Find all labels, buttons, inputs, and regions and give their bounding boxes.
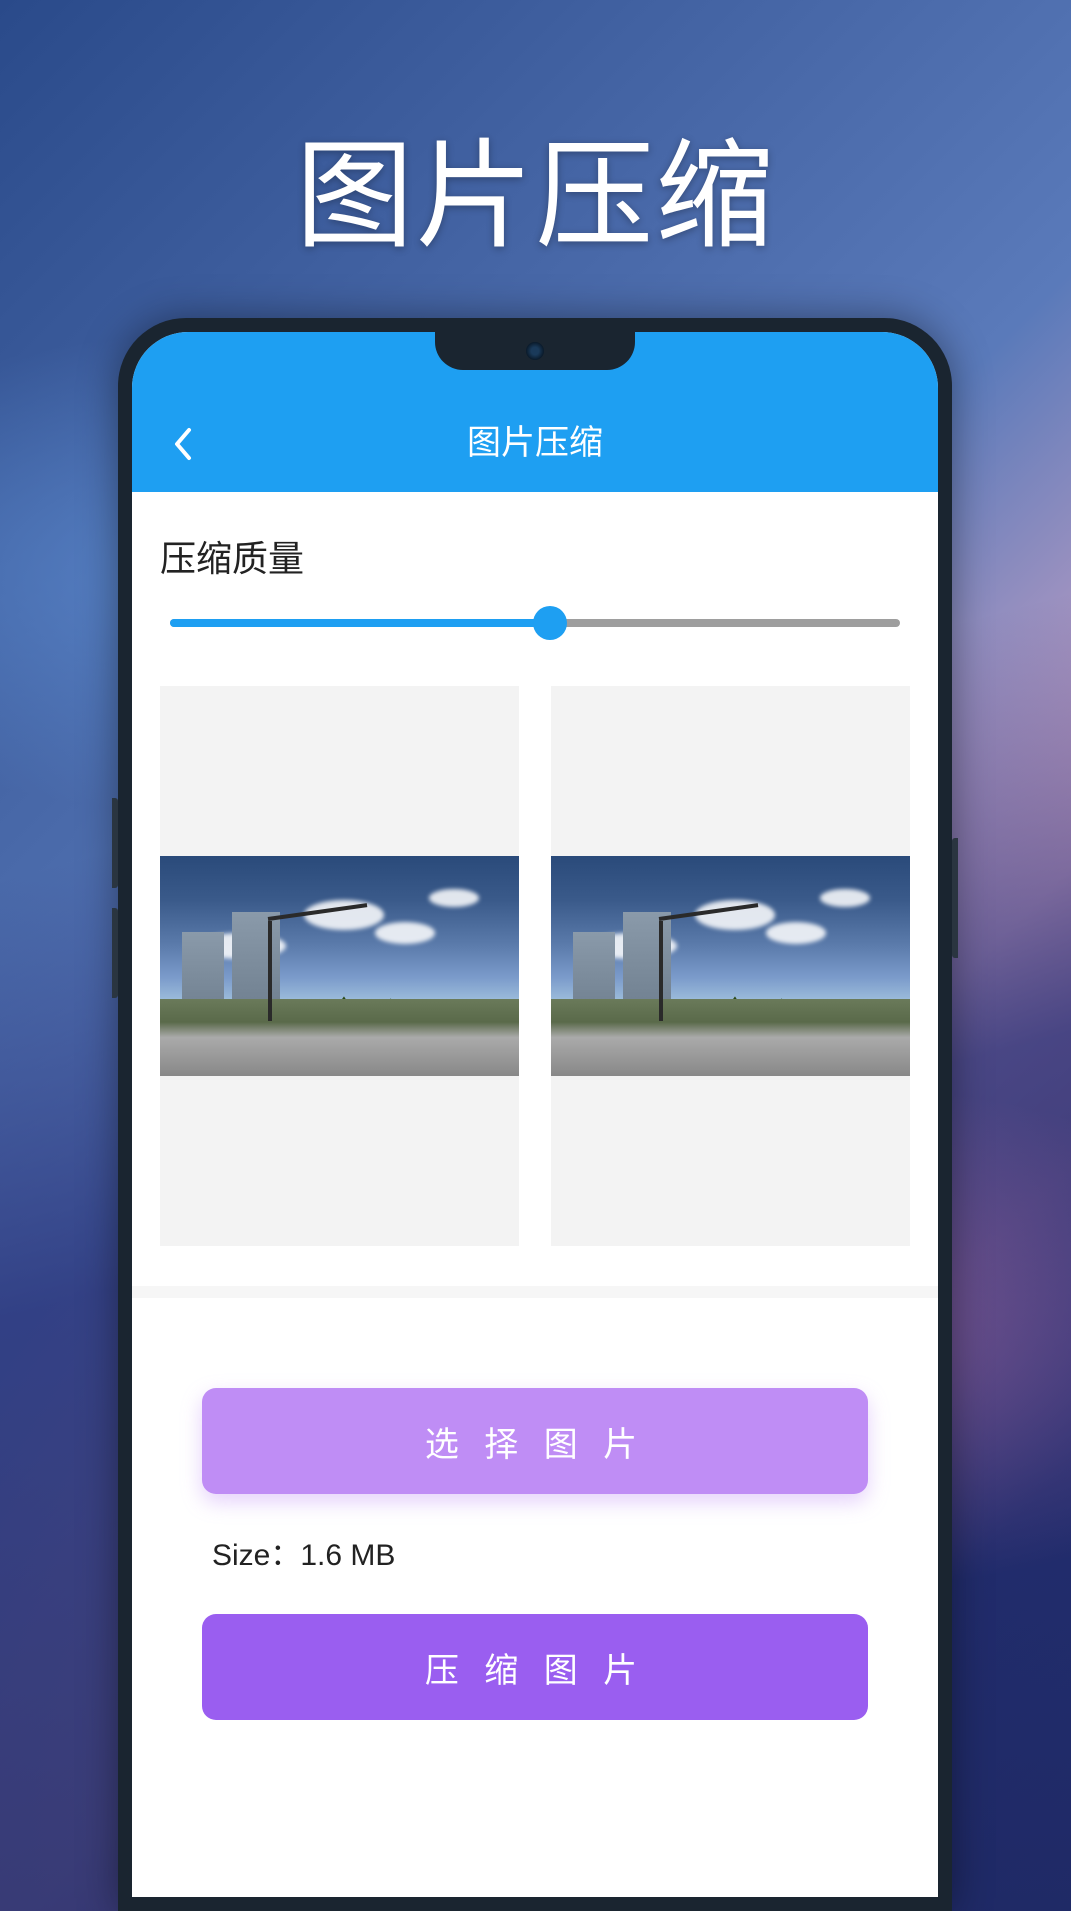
action-area: 选 择 图 片 Size：1.6 MB 压 缩 图 片: [132, 1298, 938, 1720]
quality-slider[interactable]: [170, 606, 900, 640]
image-thumbnail: [551, 856, 910, 1076]
phone-mockup-frame: 图片压缩 压缩质量: [118, 318, 952, 1911]
preview-row: [132, 686, 938, 1286]
phone-screen: 图片压缩 压缩质量: [132, 332, 938, 1897]
slider-fill: [170, 619, 550, 627]
slider-thumb[interactable]: [533, 606, 567, 640]
chevron-left-icon: [171, 426, 193, 462]
power-button-decor: [952, 838, 958, 958]
back-button[interactable]: [162, 424, 202, 464]
quality-label: 压缩质量: [132, 492, 938, 606]
front-camera-decor: [526, 342, 544, 360]
section-divider: [132, 1286, 938, 1298]
volume-up-decor: [112, 798, 118, 888]
notch: [435, 332, 635, 370]
preview-compressed[interactable]: [551, 686, 910, 1246]
compress-image-button[interactable]: 压 缩 图 片: [202, 1614, 868, 1720]
preview-original[interactable]: [160, 686, 519, 1246]
page-title: 图片压缩: [132, 415, 938, 464]
volume-down-decor: [112, 908, 118, 998]
size-label: Size：1.6 MB: [202, 1494, 868, 1574]
select-image-button[interactable]: 选 择 图 片: [202, 1388, 868, 1494]
promo-title: 图片压缩: [0, 100, 1071, 271]
content-area: 压缩质量: [132, 492, 938, 1720]
image-thumbnail: [160, 856, 519, 1076]
